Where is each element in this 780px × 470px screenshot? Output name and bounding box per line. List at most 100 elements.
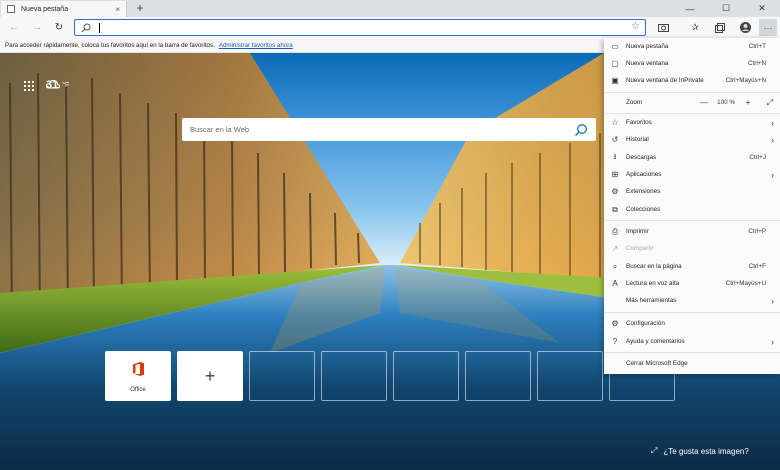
search-icon	[81, 23, 91, 33]
collections-icon[interactable]	[711, 19, 729, 36]
empty-tile	[249, 351, 315, 401]
menu-item-zoom: Zoom — 100 % + ⤢	[604, 94, 780, 111]
menu-item-label: Compartir	[626, 245, 654, 252]
weather-unit: °F	[62, 81, 70, 89]
menu-separator	[604, 312, 780, 313]
address-bar[interactable]: ☆	[74, 19, 646, 36]
menu-item-downloads[interactable]: ⭳ Descargas Ctrl+J	[604, 149, 780, 166]
menu-item-inprivate-window[interactable]: ▣ Nueva ventana de InPrivate Ctrl+Mayús+…	[604, 72, 780, 89]
search-icon[interactable]	[574, 123, 588, 137]
menu-item-label: Configuración	[626, 320, 665, 327]
menu-item-shortcut: Ctrl+P	[748, 228, 766, 235]
forward-button[interactable]: →	[29, 19, 45, 35]
extensions-icon: ⚙	[611, 187, 619, 196]
menu-item-new-tab[interactable]: ▭ Nueva pestaña Ctrl+T	[604, 38, 780, 55]
menu-item-shortcut: Ctrl+F	[748, 263, 766, 270]
new-tab-icon: ▭	[611, 42, 619, 51]
back-button[interactable]: ←	[6, 19, 22, 35]
menu-item-collections[interactable]: ⧉ Colecciones	[604, 201, 780, 218]
empty-tile	[321, 351, 387, 401]
menu-item-new-window[interactable]: ▢ Nueva ventana Ctrl+N	[604, 55, 780, 72]
plus-icon: +	[204, 365, 216, 386]
menu-item-find-on-page[interactable]: ⌕ Buscar en la página Ctrl+F	[604, 258, 780, 275]
chevron-right-icon: ›	[771, 117, 774, 128]
search-placeholder: Buscar en la Web	[190, 125, 250, 134]
new-window-icon: ▢	[611, 59, 619, 68]
cloud-icon	[46, 79, 60, 89]
find-icon: ⌕	[612, 261, 618, 271]
tab-new-tab[interactable]: Nueva pestaña ×	[1, 1, 127, 17]
help-icon: ?	[612, 337, 618, 346]
favorites-icon[interactable]: ✰	[686, 19, 704, 36]
web-search-box[interactable]: Buscar en la Web	[182, 118, 596, 141]
menu-item-label: Nueva pestaña	[626, 43, 669, 50]
new-tab-button[interactable]: +	[133, 1, 147, 15]
tab-title: Nueva pestaña	[21, 5, 69, 13]
menu-separator	[604, 352, 780, 353]
tile-label: Office	[130, 387, 146, 393]
weather-widget[interactable]: 31 °F	[46, 79, 69, 91]
collections-icon: ⧉	[612, 204, 618, 214]
menu-item-shortcut: Ctrl+Mayús+N	[725, 77, 766, 84]
menu-item-label: Historial	[626, 136, 649, 143]
minimize-button[interactable]: —	[672, 0, 708, 17]
text-caret	[99, 23, 100, 33]
zoom-out-button[interactable]: —	[698, 94, 710, 111]
menu-separator	[604, 220, 780, 221]
menu-item-label: Aplicaciones	[626, 171, 662, 178]
manage-favorites-link[interactable]: Administrar favoritos ahora	[219, 42, 293, 49]
menu-item-help-feedback[interactable]: ? Ayuda y comentarios ›	[604, 333, 780, 350]
refresh-button[interactable]: ↻	[51, 19, 67, 35]
close-tab-icon[interactable]: ×	[115, 5, 120, 14]
screenshot-icon[interactable]	[654, 19, 672, 36]
menu-item-shortcut: Ctrl+T	[748, 43, 766, 50]
like-image-text: ¿Te gusta esta imagen?	[663, 446, 749, 456]
menu-item-settings[interactable]: ⚙ Configuración	[604, 315, 780, 332]
close-window-button[interactable]: ✕	[744, 0, 780, 17]
menu-item-shortcut: Ctrl+J	[749, 154, 766, 161]
fullscreen-button[interactable]: ⤢	[764, 94, 776, 111]
menu-item-favorites[interactable]: ☆ Favoritos ›	[604, 114, 780, 131]
apps-icon: ⊞	[611, 170, 619, 179]
quicklink-office[interactable]: Office	[105, 351, 171, 401]
menu-item-extensions[interactable]: ⚙ Extensiones	[604, 183, 780, 200]
menu-item-more-tools[interactable]: Más herramientas ›	[604, 292, 780, 309]
menu-item-label: Descargas	[626, 154, 657, 161]
menu-item-apps[interactable]: ⊞ Aplicaciones ›	[604, 166, 780, 183]
gear-icon: ⚙	[611, 319, 619, 328]
office-logo-icon	[133, 362, 144, 376]
menu-item-shortcut: Ctrl+N	[747, 60, 766, 67]
app-launcher-icon[interactable]	[24, 81, 34, 91]
tab-strip: Nueva pestaña × + — ☐ ✕	[0, 0, 780, 17]
menu-item-history[interactable]: ↺ Historial ›	[604, 131, 780, 148]
chevron-right-icon: ›	[771, 169, 774, 180]
print-icon: ⎙	[611, 226, 619, 236]
menu-item-shortcut: Ctrl+Mayús+U	[725, 280, 766, 287]
like-image-prompt[interactable]: ⤢ ¿Te gusta esta imagen?	[651, 446, 749, 456]
more-options-button[interactable]: ···	[759, 19, 777, 36]
menu-item-label: Colecciones	[626, 206, 661, 213]
download-icon: ⭳	[613, 151, 617, 161]
menu-item-label: Más herramientas	[626, 297, 677, 304]
zoom-in-button[interactable]: +	[742, 94, 754, 111]
menu-item-print[interactable]: ⎙ Imprimir Ctrl+P	[604, 223, 780, 240]
menu-item-label: Buscar en la página	[626, 263, 682, 270]
profile-avatar[interactable]	[736, 19, 754, 36]
menu-item-label: Imprimir	[626, 228, 649, 235]
empty-tile	[393, 351, 459, 401]
zoom-level: 100 %	[717, 99, 735, 106]
favorites-bar-message: Para acceder rápidamente, coloca tus fav…	[5, 41, 215, 49]
menu-item-label: Lectura en voz alta	[626, 280, 680, 287]
menu-item-read-aloud[interactable]: A Lectura en voz alta Ctrl+Mayús+U	[604, 275, 780, 292]
menu-item-label: Nueva ventana de InPrivate	[626, 77, 704, 84]
chevron-right-icon: ›	[771, 336, 774, 347]
menu-item-label: Ayuda y comentarios	[626, 338, 685, 345]
maximize-button[interactable]: ☐	[708, 0, 744, 17]
menu-item-label: Extensiones	[626, 188, 661, 195]
add-quicklink-tile[interactable]: +	[177, 351, 243, 401]
add-favorite-star-icon[interactable]: ☆	[631, 21, 640, 32]
settings-menu: ▭ Nueva pestaña Ctrl+T ▢ Nueva ventana C…	[604, 38, 780, 374]
page-icon	[7, 5, 15, 13]
menu-item-label: Cerrar Microsoft Edge	[626, 360, 688, 367]
menu-item-close-edge[interactable]: Cerrar Microsoft Edge	[604, 355, 780, 372]
